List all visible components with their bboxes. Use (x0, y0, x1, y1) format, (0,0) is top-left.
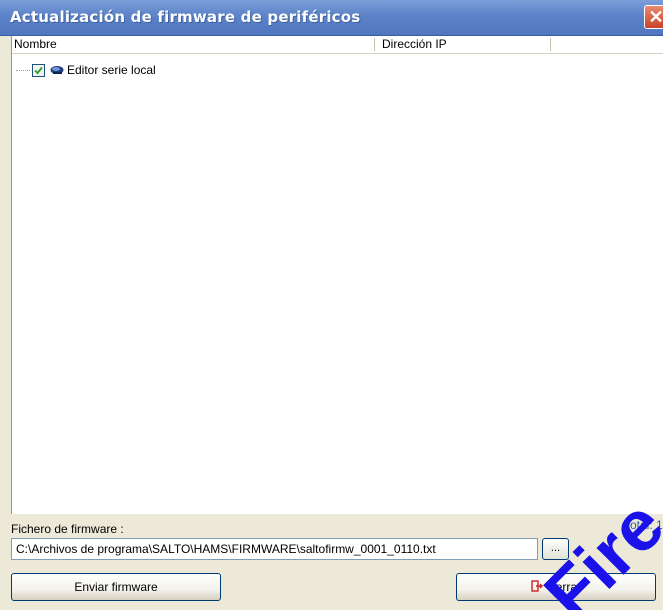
list-item-label: Editor serie local (67, 63, 156, 77)
close-label: Cerrar (546, 580, 581, 594)
send-firmware-button[interactable]: Enviar firmware (11, 573, 221, 601)
serial-editor-icon (50, 64, 64, 79)
window-title: Actualización de firmware de periféricos (10, 8, 361, 26)
column-divider[interactable] (374, 38, 375, 51)
firmware-panel: Fichero de firmware : Total: 1 ... Envia… (0, 514, 663, 610)
list-item[interactable]: Editor serie local (12, 63, 312, 79)
list-header: Nombre Dirección IP (12, 36, 663, 54)
item-checkbox[interactable] (32, 64, 45, 77)
send-firmware-label: Enviar firmware (74, 580, 158, 594)
title-bar: Actualización de firmware de periféricos… (0, 0, 663, 36)
column-header-ip[interactable]: Dirección IP (382, 37, 447, 51)
column-divider[interactable] (550, 38, 551, 51)
firmware-file-label: Fichero de firmware : (11, 522, 124, 536)
tree-connector (16, 70, 30, 71)
close-button[interactable]: Cerrar (456, 573, 656, 601)
column-header-name[interactable]: Nombre (14, 37, 57, 51)
browse-button[interactable]: ... (542, 538, 569, 560)
total-count: Total: 1 (624, 518, 663, 532)
exit-door-icon (531, 575, 543, 601)
peripheral-list[interactable]: Nombre Dirección IP Editor serie local (11, 36, 663, 514)
window-close-button[interactable]: ✕ (644, 5, 663, 29)
firmware-path-input[interactable] (11, 538, 538, 560)
checkmark-icon (34, 66, 43, 75)
